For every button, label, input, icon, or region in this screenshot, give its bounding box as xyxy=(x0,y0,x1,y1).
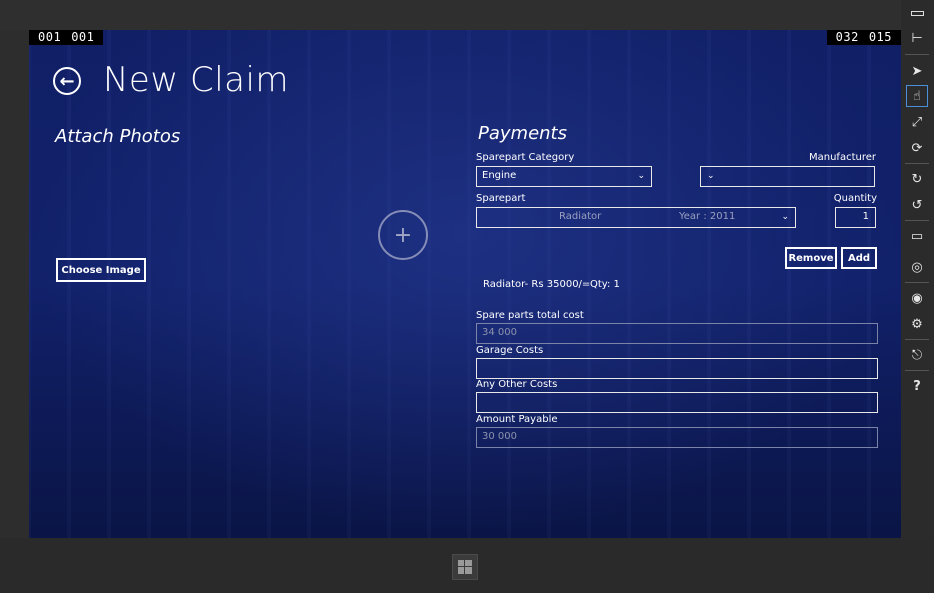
windows-start-button[interactable] xyxy=(452,554,478,580)
counter-left-b: 001 xyxy=(71,30,95,44)
plus-icon: + xyxy=(393,222,413,248)
toolbar-divider xyxy=(905,220,929,221)
toolbar-divider xyxy=(905,370,929,371)
line-item-qty: Qty: 1 xyxy=(590,279,620,290)
toolbar-divider xyxy=(905,54,929,55)
total-cost-field: 34 000 xyxy=(476,323,878,344)
quantity-value: 1 xyxy=(862,211,869,222)
chevron-down-icon: ⌄ xyxy=(637,171,645,181)
pointer-icon[interactable]: ➤ xyxy=(906,60,928,82)
sparepart-select[interactable]: Radiator Year : 2011 ⌄ xyxy=(476,207,796,228)
counter-left-a: 001 xyxy=(38,30,62,44)
sparepart-year: Year : 2011 xyxy=(679,211,736,222)
help-icon[interactable]: ? xyxy=(906,375,928,397)
counter-right-a: 032 xyxy=(835,30,859,44)
windows-logo-icon xyxy=(458,560,472,574)
sparepart-name: Radiator xyxy=(559,211,602,222)
garage-costs-input[interactable] xyxy=(476,358,878,379)
counter-right-b: 015 xyxy=(868,30,892,44)
rotate-touch-icon[interactable]: ⟳ xyxy=(906,137,928,159)
rotate-cw-icon[interactable]: ↻ xyxy=(906,168,928,190)
payments-heading: Payments xyxy=(478,123,567,144)
chevron-down-icon: ⌄ xyxy=(707,171,715,181)
garage-costs-label: Garage Costs xyxy=(476,345,544,356)
back-arrow-icon: ← xyxy=(59,70,75,92)
other-costs-label: Any Other Costs xyxy=(476,379,558,390)
frame-counter-right: 032 015 xyxy=(826,30,901,45)
simulator-toolbar: ⊢ ➤ ☝ ⤢ ⟳ ↻ ↺ ▭ ◎ ◉ ⚙ ⎋ ? xyxy=(901,0,934,593)
sparepart-category-value: Engine xyxy=(482,170,517,181)
total-cost-value: 34 000 xyxy=(482,327,517,338)
minimize-icon[interactable] xyxy=(906,2,928,24)
toolbar-divider xyxy=(905,282,929,283)
amount-payable-field: 30 000 xyxy=(476,427,878,448)
back-button[interactable]: ← xyxy=(53,67,81,95)
add-button[interactable]: Add xyxy=(841,247,877,269)
rotate-ccw-icon[interactable]: ↺ xyxy=(906,194,928,216)
pin-icon[interactable]: ⊢ xyxy=(906,27,928,49)
globe-icon[interactable]: ◎ xyxy=(906,256,928,278)
page-title: New Claim xyxy=(103,60,290,100)
touch-icon[interactable]: ☝ xyxy=(906,85,928,107)
camera-icon[interactable]: ◉ xyxy=(906,287,928,309)
add-photo-button[interactable]: + xyxy=(378,210,428,260)
sparepart-category-label: Sparepart Category xyxy=(476,152,575,163)
amount-payable-label: Amount Payable xyxy=(476,414,558,425)
sparepart-category-select[interactable]: Engine ⌄ xyxy=(476,166,652,187)
other-costs-input[interactable] xyxy=(476,392,878,413)
amount-payable-value: 30 000 xyxy=(482,431,517,442)
gear-icon[interactable]: ⚙ xyxy=(906,313,928,335)
device-bezel-top xyxy=(0,0,934,30)
frame-counter-left: 001 001 xyxy=(29,30,104,45)
monitor-icon[interactable]: ▭ xyxy=(906,225,928,247)
app-screen: 001 001 032 015 ← New Claim Attach Photos … xyxy=(29,30,901,538)
attach-photos-heading: Attach Photos xyxy=(55,126,181,147)
total-cost-label: Spare parts total cost xyxy=(476,310,584,321)
quantity-input[interactable]: 1 xyxy=(835,207,876,228)
quantity-label: Quantity xyxy=(833,193,877,204)
remove-button[interactable]: Remove xyxy=(785,247,837,269)
toolbar-divider xyxy=(905,163,929,164)
choose-image-button[interactable]: Choose Image xyxy=(56,258,146,282)
line-item-text: Radiator- Rs 35000/= xyxy=(483,279,591,290)
network-icon[interactable]: ⎋ xyxy=(906,344,928,366)
pinch-icon[interactable]: ⤢ xyxy=(906,111,928,133)
manufacturer-label: Manufacturer xyxy=(809,152,876,163)
sparepart-label: Sparepart xyxy=(476,193,526,204)
toolbar-divider xyxy=(905,339,929,340)
chevron-down-icon: ⌄ xyxy=(781,212,789,222)
manufacturer-select[interactable]: ⌄ xyxy=(700,166,875,187)
